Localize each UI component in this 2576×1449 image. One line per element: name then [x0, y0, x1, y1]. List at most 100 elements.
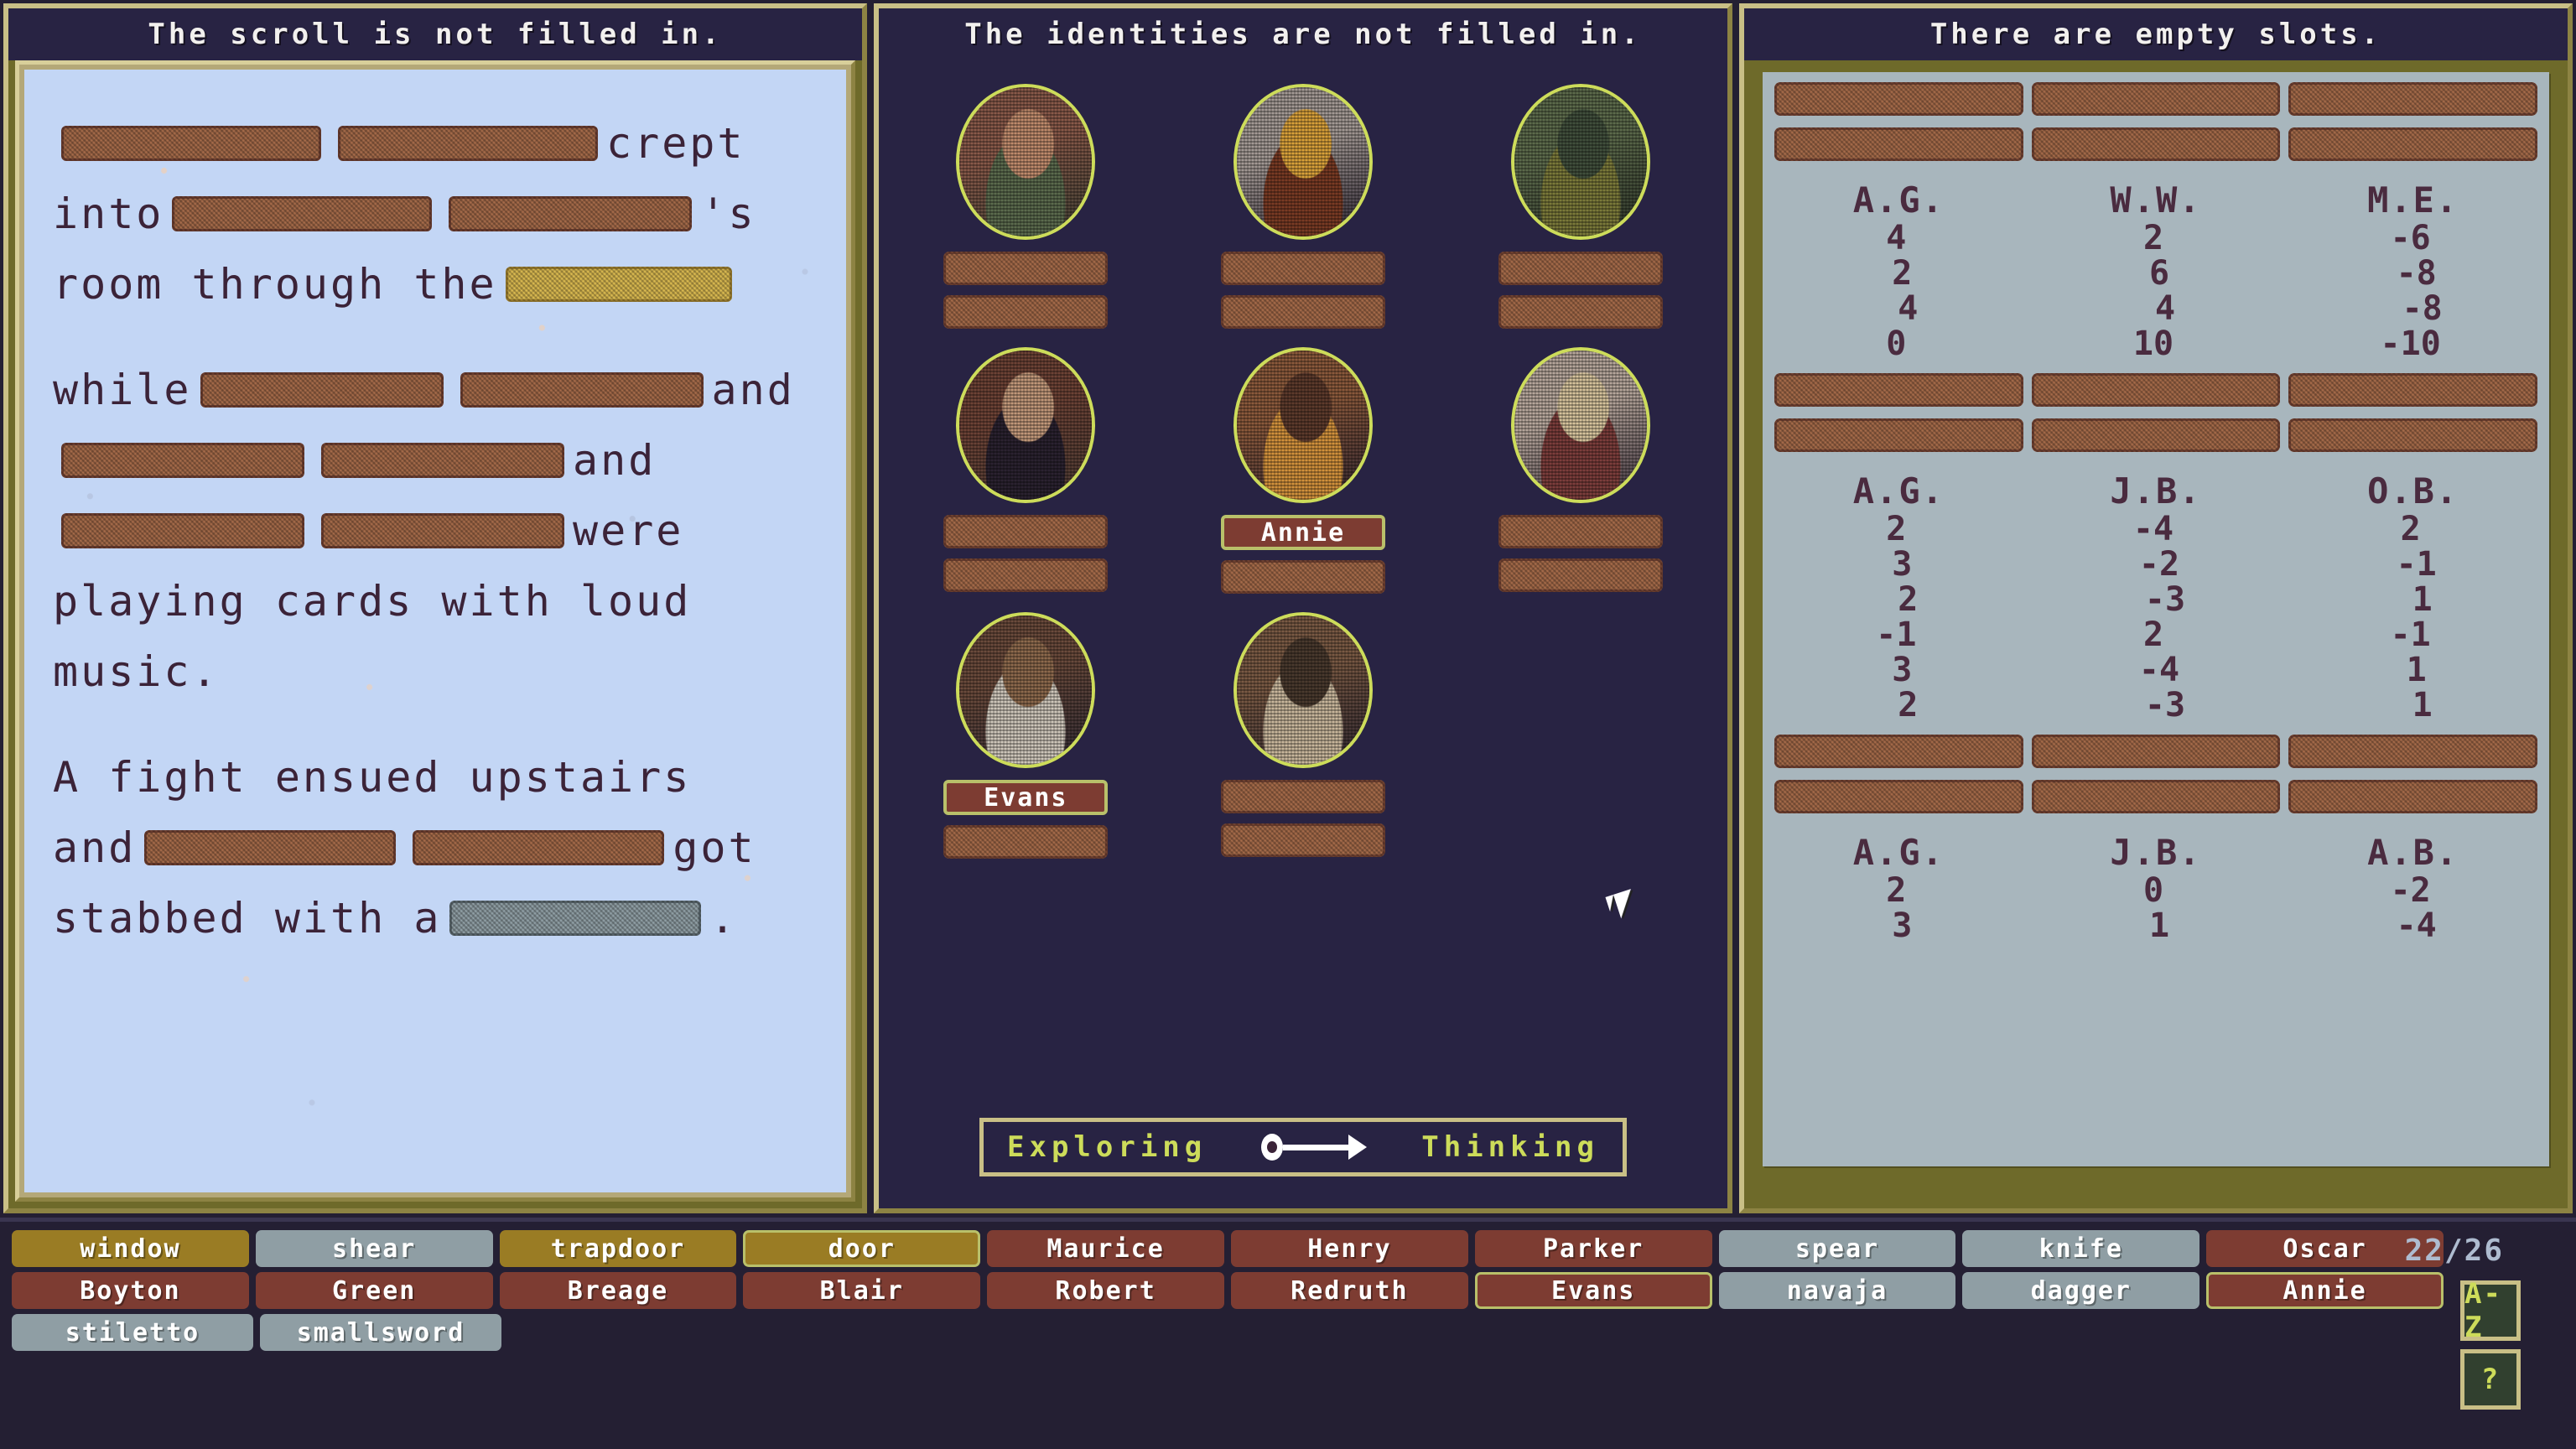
word-chip-weapon[interactable]: dagger [1962, 1272, 2200, 1309]
crew-name-slot[interactable]: Evans [943, 780, 1109, 815]
crew-role-slot[interactable] [943, 295, 1109, 329]
word-chip-name[interactable]: Boyton [12, 1272, 249, 1309]
word-chip-weapon[interactable]: shear [255, 1230, 493, 1267]
sketch-blank-slot[interactable] [1774, 418, 2023, 452]
crew-role-slot[interactable] [1498, 295, 1663, 329]
word-chip-weapon[interactable]: navaja [1718, 1272, 1956, 1309]
word-chip-name[interactable]: Henry [1230, 1230, 1468, 1267]
scroll-blank-flesh[interactable] [321, 513, 564, 548]
scroll-blank-gold[interactable] [505, 267, 732, 302]
portrait-white-haired-officer[interactable] [956, 612, 1096, 768]
sketch-blank-slot[interactable] [1774, 780, 2023, 813]
word-tray-rows: window shear trapdoor door Maurice Henry Parke… [12, 1230, 2444, 1356]
sketch-blank-slot[interactable] [2031, 418, 2281, 452]
word-chip-name[interactable]: Parker [1474, 1230, 1712, 1267]
sketch-blank-slot[interactable] [2288, 127, 2537, 161]
sketch-number: -4 [2132, 510, 2174, 548]
word-chip-weapon[interactable]: knife [1962, 1230, 2200, 1267]
word-chip-name[interactable]: Breage [499, 1272, 737, 1309]
portrait-man-in-hat-with-lantern[interactable] [1233, 84, 1373, 240]
crew-role-slot[interactable] [1220, 295, 1385, 329]
sketch-number: 2 [1886, 871, 1907, 910]
scroll-blank-flesh[interactable] [449, 196, 693, 231]
sketch-blank-slot[interactable] [2031, 735, 2281, 768]
crew-role-slot[interactable] [1498, 558, 1663, 592]
sketch-bar-row [1774, 780, 2537, 825]
sketch-number: -8 [2396, 254, 2437, 293]
word-chip-weapon[interactable]: stiletto [12, 1314, 253, 1351]
word-chip-name[interactable]: Evans [1474, 1272, 1712, 1309]
sketch-number: 1 [2412, 580, 2433, 619]
scroll-line: into 's [53, 179, 818, 249]
mode-toggle[interactable]: Exploring Thinking [979, 1118, 1627, 1176]
crew-role-slot[interactable] [943, 825, 1109, 859]
sketch-blank-slot[interactable] [2288, 82, 2537, 116]
portrait-man-looking-up[interactable] [956, 84, 1096, 240]
crew-name-slot[interactable] [1220, 252, 1385, 285]
sketch-blank-slot[interactable] [2031, 780, 2281, 813]
sketch-initials: W.W. [2110, 179, 2202, 221]
word-chip-name[interactable]: Redruth [1230, 1272, 1468, 1309]
sketch-blank-slot[interactable] [2288, 735, 2537, 768]
crew-name-slot[interactable] [943, 252, 1109, 285]
sketch-sheet: A.G. 4 2 4 0 W.W. 2 6 4 10 M.E. -6 -8 -8 -10 A.G. 2 3 2 -1 3… [1763, 72, 2549, 1166]
sketch-blank-slot[interactable] [2031, 127, 2281, 161]
sketch-blank-slot[interactable] [2031, 82, 2281, 116]
word-chip-name[interactable]: Robert [987, 1272, 1224, 1309]
scroll-blank-flesh[interactable] [460, 372, 704, 408]
sketch-number-list: 01 [2032, 873, 2281, 943]
scroll-line: playing cards with loud [53, 566, 818, 636]
scroll-blank-flesh[interactable] [61, 513, 304, 548]
word-chip-weapon[interactable]: spear [1718, 1230, 1956, 1267]
sketch-number-list: 2 3 2 -1 3 2 [1774, 512, 2023, 723]
sketch-blank-slot[interactable] [1774, 82, 2023, 116]
sketch-blank-slot[interactable] [1774, 127, 2023, 161]
portrait-bearded-man-shouting[interactable] [1233, 612, 1373, 768]
scroll-blank-flesh[interactable] [144, 830, 397, 865]
sketch-blank-slot[interactable] [2288, 780, 2537, 813]
word-chip-obj[interactable]: door [743, 1230, 981, 1267]
scroll-blank-flesh[interactable] [338, 126, 598, 161]
word-chip-name[interactable]: Green [255, 1272, 493, 1309]
portrait-dark-haired-man[interactable] [956, 347, 1096, 503]
sketch-blank-slot[interactable] [1774, 373, 2023, 407]
sort-az-button[interactable]: A-Z [2460, 1277, 2521, 1344]
portrait-woman-in-bonnet[interactable] [1233, 347, 1373, 503]
crew-name-slot[interactable]: Annie [1220, 515, 1385, 550]
scroll-blank-flesh[interactable] [200, 372, 444, 408]
word-chip-name[interactable]: Blair [743, 1272, 981, 1309]
scroll-line-gap [53, 707, 818, 742]
word-chip-weapon[interactable]: smallsword [260, 1314, 501, 1351]
crew-name-slot[interactable] [1498, 252, 1663, 285]
portrait-figure-in-net[interactable] [1510, 84, 1650, 240]
crew-role-slot[interactable] [1220, 560, 1385, 594]
sketch-number: -2 [2390, 871, 2431, 910]
word-chip-name[interactable]: Annie [2206, 1272, 2444, 1309]
slots-body: A.G. 4 2 4 0 W.W. 2 6 4 10 M.E. -6 -8 -8 -10 A.G. 2 3 2 -1 3… [1744, 60, 2568, 1208]
crew-cell [1455, 604, 1706, 869]
sketch-blank-slot[interactable] [2031, 373, 2281, 407]
sketch-blank-slot[interactable] [2288, 418, 2537, 452]
crew-name-slot[interactable] [943, 515, 1109, 548]
crew-role-slot[interactable] [943, 558, 1109, 592]
crew-role-slot[interactable] [1220, 823, 1385, 857]
help-button[interactable]: ? [2460, 1349, 2521, 1410]
crew-name-slot[interactable] [1220, 780, 1385, 813]
obra-dinn-memory-screen: The scroll is not filled in. crept into 's… [0, 0, 2576, 1449]
scroll-blank-steel[interactable] [449, 901, 702, 936]
scroll-blank-flesh[interactable] [172, 196, 433, 231]
scroll-text: were [573, 506, 684, 555]
crew-name-slot[interactable] [1498, 515, 1663, 548]
word-chip-name[interactable]: Maurice [987, 1230, 1224, 1267]
word-chip-obj[interactable]: trapdoor [499, 1230, 737, 1267]
sketch-blank-slot[interactable] [1774, 735, 2023, 768]
sketch-blank-slot[interactable] [2288, 373, 2537, 407]
scroll-blank-flesh[interactable] [321, 443, 564, 478]
scroll-blank-flesh[interactable] [61, 126, 321, 161]
scroll-blank-flesh[interactable] [61, 443, 304, 478]
sketch-initials-block: M.E. -6 -8 -8 -10 [2288, 173, 2537, 373]
scroll-blank-flesh[interactable] [413, 830, 665, 865]
portrait-blond-man-with-cup[interactable] [1510, 347, 1650, 503]
sketch-bar-row [1774, 127, 2537, 173]
word-chip-obj[interactable]: window [12, 1230, 249, 1267]
